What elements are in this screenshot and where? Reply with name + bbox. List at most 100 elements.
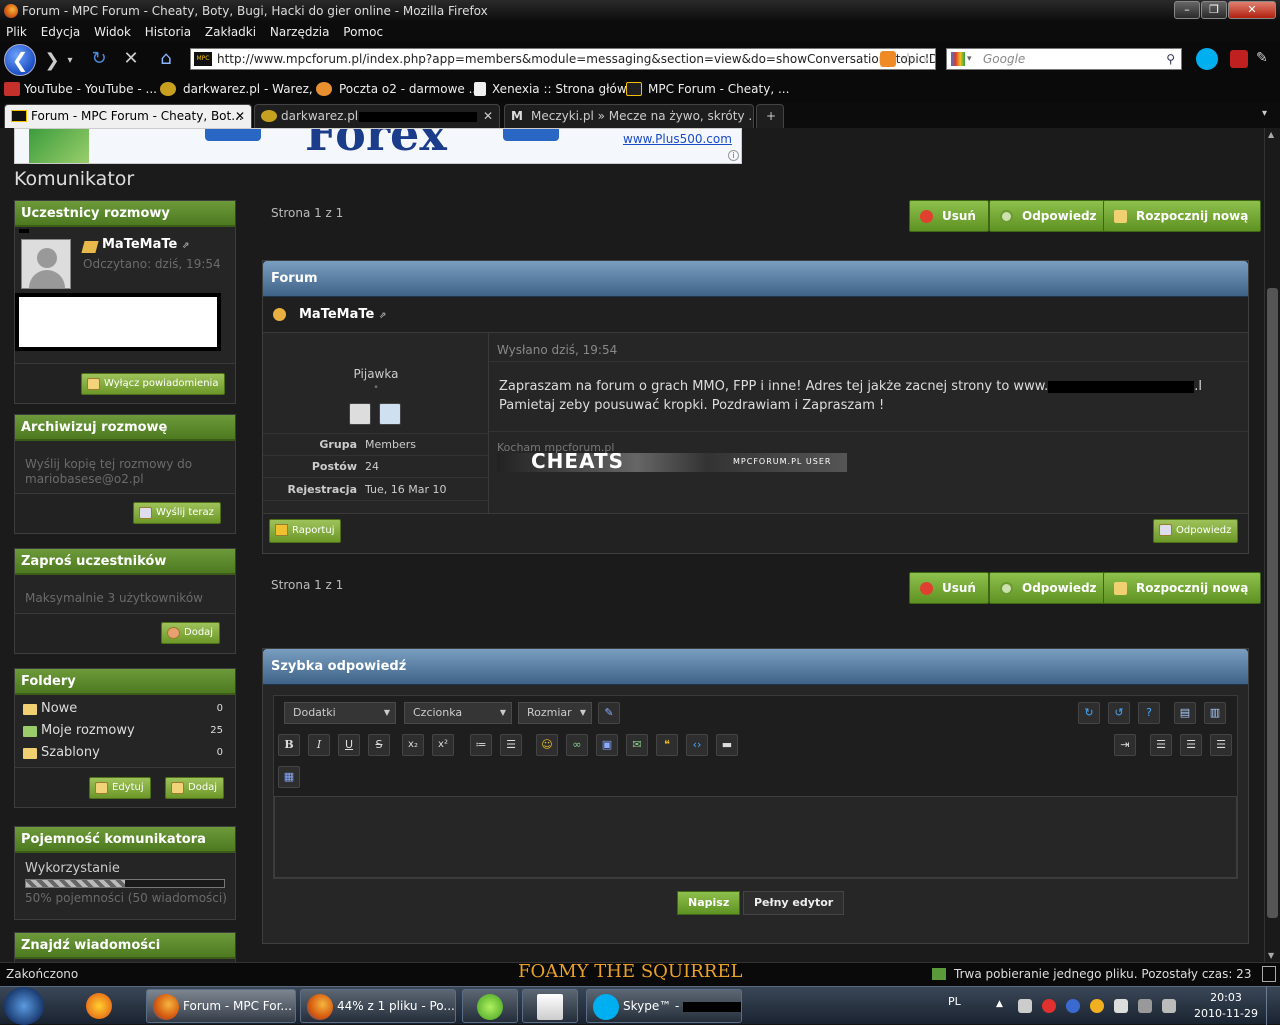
- site-identity-icon[interactable]: MPC: [194, 52, 212, 66]
- search-icon[interactable]: ⚲: [1166, 49, 1175, 69]
- disable-notifications-button[interactable]: Wyłącz powiadomienia: [81, 373, 226, 395]
- align-right-icon[interactable]: ☰: [1210, 734, 1232, 756]
- delete-button-bottom[interactable]: Usuń: [909, 572, 989, 604]
- task-leaf[interactable]: [462, 989, 518, 1023]
- sun-app-icon[interactable]: [86, 993, 112, 1019]
- close-tab-icon[interactable]: ✕: [235, 105, 245, 127]
- tab-meczyki[interactable]: M Meczyki.pl » Mecze na żywo, skróty ...: [504, 104, 754, 128]
- participant-name[interactable]: MaTeMaTe ⇗: [102, 237, 189, 252]
- folder-item-moje-rozmowy[interactable]: Moje rozmowy 25: [21, 723, 231, 741]
- new-conversation-button-bottom[interactable]: Rozpocznij nową: [1103, 572, 1262, 604]
- stop-icon[interactable]: ✕: [118, 44, 144, 74]
- clock-date[interactable]: 2010-11-29: [1194, 1007, 1258, 1020]
- extras-dropdown[interactable]: Dodatki ▼: [284, 702, 396, 724]
- history-dropdown-icon[interactable]: ▾: [64, 46, 76, 76]
- tray-flag-icon[interactable]: [1114, 999, 1128, 1013]
- tray-sun-icon[interactable]: [1090, 999, 1104, 1013]
- google-icon[interactable]: [951, 52, 965, 66]
- folder-item-nowe[interactable]: Nowe 0: [21, 701, 231, 719]
- tray-expand-icon[interactable]: ▲: [996, 999, 1003, 1009]
- show-desktop-button[interactable]: [1266, 987, 1280, 1025]
- emoticon-icon[interactable]: ☺: [536, 734, 558, 756]
- maximize-button[interactable]: ❐: [1201, 1, 1227, 19]
- signature-banner[interactable]: CHEATS MPCFORUM.PL USER: [497, 453, 847, 472]
- tab-forum[interactable]: Forum - MPC Forum - Cheaty, Bot... ✕: [4, 104, 252, 128]
- help-icon[interactable]: ?: [1138, 702, 1160, 724]
- post-reply-button[interactable]: Odpowiedz: [1153, 519, 1239, 543]
- start-button[interactable]: [4, 987, 44, 1025]
- bookmark-star-icon[interactable]: ☆: [898, 44, 918, 74]
- rss-icon[interactable]: [880, 51, 896, 67]
- page-scrollbar[interactable]: ▲ ▼: [1264, 128, 1280, 962]
- media-icon[interactable]: ▬: [716, 734, 738, 756]
- scrollbar-thumb[interactable]: [1267, 288, 1278, 918]
- undo-icon[interactable]: ↺: [1108, 702, 1130, 724]
- underline-icon[interactable]: U: [338, 734, 360, 756]
- minimize-button[interactable]: –: [1174, 1, 1200, 19]
- search-engine-dropdown-icon[interactable]: ▾: [967, 49, 972, 69]
- ad-url-link[interactable]: www.Plus500.com: [623, 132, 732, 146]
- scroll-up-icon[interactable]: ▲: [1268, 130, 1274, 139]
- align-center-icon[interactable]: ☰: [1180, 734, 1202, 756]
- tray-update-icon[interactable]: [1066, 999, 1080, 1013]
- bold-icon[interactable]: B: [278, 734, 300, 756]
- avatar[interactable]: [21, 239, 71, 289]
- color-picker-icon[interactable]: ✎: [598, 702, 620, 724]
- new-tab-button[interactable]: +: [756, 104, 784, 128]
- numbered-list-icon[interactable]: ☰: [500, 734, 522, 756]
- submit-button[interactable]: Napisz: [677, 891, 741, 915]
- quote-icon[interactable]: ❝: [656, 734, 678, 756]
- task-forum[interactable]: Forum - MPC For...: [146, 989, 296, 1023]
- close-tab-icon[interactable]: ✕: [483, 105, 493, 127]
- tray-app-icon[interactable]: [1018, 999, 1032, 1013]
- link-icon[interactable]: ∞: [566, 734, 588, 756]
- send-message-icon[interactable]: [379, 403, 401, 425]
- invite-input[interactable]: Maksymalnie 3 użytkowników: [25, 591, 203, 605]
- search-input[interactable]: ▾ Google ⚲: [946, 48, 1182, 70]
- delete-button[interactable]: Usuń: [909, 200, 989, 232]
- skype-icon[interactable]: [1196, 48, 1218, 70]
- new-conversation-button[interactable]: Rozpocznij nową: [1103, 200, 1262, 232]
- menu-narzedzia[interactable]: Narzędzia: [270, 25, 330, 39]
- ad-banner[interactable]: Forex www.Plus500.com i: [14, 128, 742, 164]
- align-left-icon[interactable]: ☰: [1150, 734, 1172, 756]
- task-skype[interactable]: Skype™ -: [586, 989, 742, 1023]
- italic-icon[interactable]: I: [308, 734, 330, 756]
- post-author-name[interactable]: MaTeMaTe ⇗: [299, 307, 386, 322]
- menu-zakladki[interactable]: Zakładki: [205, 25, 256, 39]
- ad-info-icon[interactable]: i: [728, 150, 739, 161]
- save-draft-icon[interactable]: ▤: [1174, 702, 1196, 724]
- email-icon[interactable]: ✉: [626, 734, 648, 756]
- bookmark-mpc-forum[interactable]: MPC Forum - Cheaty, ...: [626, 76, 789, 102]
- tab-darkwarez[interactable]: darkwarez.pl - ✕: [254, 104, 500, 128]
- switch-editor-icon[interactable]: ↻: [1078, 702, 1100, 724]
- bookmark-youtube[interactable]: YouTube - YouTube - ...: [4, 76, 157, 102]
- profile-icon[interactable]: [349, 403, 371, 425]
- full-editor-button[interactable]: Pełny edytor: [743, 891, 845, 915]
- back-button[interactable]: ❮: [4, 44, 36, 76]
- bookmark-poczta-o2[interactable]: Poczta o2 - darmowe ...: [316, 76, 480, 102]
- home-icon[interactable]: ⌂: [152, 44, 180, 74]
- restore-draft-icon[interactable]: ▥: [1204, 702, 1226, 724]
- reload-icon[interactable]: ↻: [86, 44, 112, 74]
- task-notepad[interactable]: [522, 989, 578, 1023]
- folder-item-szablony[interactable]: Szablony 0: [21, 745, 231, 763]
- addon-icon[interactable]: [1230, 50, 1248, 68]
- report-button[interactable]: Raportuj: [269, 519, 342, 543]
- menu-historia[interactable]: Historia: [145, 25, 191, 39]
- font-dropdown[interactable]: Czcionka ▼: [404, 702, 512, 724]
- menu-pomoc[interactable]: Pomoc: [343, 25, 383, 39]
- strikethrough-icon[interactable]: S: [368, 734, 390, 756]
- download-icon[interactable]: [932, 968, 946, 980]
- url-dropdown-icon[interactable]: ▾: [920, 46, 932, 76]
- scroll-down-icon[interactable]: ▼: [1268, 951, 1274, 960]
- subscript-icon[interactable]: x₂: [402, 734, 424, 756]
- special-chars-icon[interactable]: ▦: [278, 766, 300, 788]
- forward-button[interactable]: ❯: [40, 46, 64, 76]
- url-bar[interactable]: MPC http://www.mpcforum.pl/index.php?app…: [190, 48, 936, 70]
- tray-volume-icon[interactable]: [1162, 999, 1176, 1013]
- tab-list-icon[interactable]: ▾: [1262, 108, 1267, 119]
- reply-button-bottom[interactable]: Odpowiedz: [989, 572, 1110, 604]
- invite-add-button[interactable]: Dodaj: [161, 622, 221, 644]
- reply-button[interactable]: Odpowiedz: [989, 200, 1110, 232]
